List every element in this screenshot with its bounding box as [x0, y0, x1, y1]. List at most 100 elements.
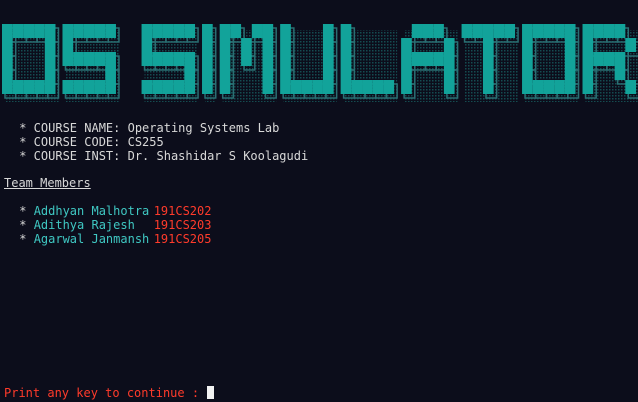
banner-block [340, 52, 352, 66]
banner-block [141, 38, 153, 52]
banner-block [522, 80, 533, 94]
banner-block [105, 66, 116, 80]
banner-block [44, 66, 56, 80]
banner-block [105, 52, 116, 66]
banner-block [614, 24, 626, 38]
banner-block [543, 80, 555, 94]
banner-block [532, 80, 544, 94]
banner-block [12, 80, 24, 94]
banner-block [522, 24, 533, 38]
banner-block [482, 38, 494, 52]
banner-block [202, 80, 213, 94]
bullet: * [12, 218, 34, 232]
banner-block [472, 24, 483, 38]
banner-block [422, 52, 434, 66]
banner-block [2, 66, 13, 80]
banner-block [433, 52, 444, 66]
banner-block [582, 52, 594, 66]
banner-block [262, 66, 274, 80]
banner-block [94, 80, 106, 94]
banner-block [522, 66, 533, 80]
member-name: Addhyan Malhotra [33, 204, 150, 218]
banner-block [241, 38, 252, 52]
continue-prompt[interactable]: Print any key to continue : [4, 386, 215, 400]
banner-block [73, 24, 84, 38]
course-name-line: * COURSE NAME: Operating Systems Lab [12, 121, 280, 135]
banner-block [582, 80, 594, 94]
banner-block [443, 38, 455, 52]
banner-block [83, 24, 95, 38]
banner-block [482, 66, 494, 80]
banner-block [2, 24, 13, 38]
banner-block [312, 80, 323, 94]
member-name: Agarwal Janmansh [33, 232, 150, 246]
banner-block [219, 52, 231, 66]
banner-block [614, 66, 626, 80]
banner-block [554, 24, 565, 38]
banner-block [401, 80, 412, 94]
banner-block [219, 66, 231, 80]
banner-block [401, 52, 412, 66]
banner-block [34, 24, 45, 38]
banner-block [105, 80, 116, 94]
banner-block [564, 66, 576, 80]
banner-block [582, 24, 594, 38]
banner-block [564, 38, 576, 52]
banner-block [625, 80, 636, 94]
banner-block [554, 80, 565, 94]
banner-block [62, 38, 74, 52]
banner-block [603, 52, 615, 66]
banner-block [411, 24, 423, 38]
banner-block [522, 38, 533, 52]
banner-block [614, 52, 626, 66]
banner-block [401, 66, 412, 80]
banner-block [340, 66, 352, 80]
banner-block [351, 80, 363, 94]
banner-block [564, 80, 576, 94]
banner-block [73, 52, 84, 66]
banner-block [94, 24, 106, 38]
team-member-row: * Agarwal Janmansh 191CS205 [12, 232, 211, 246]
banner-block [401, 38, 412, 52]
banner-block [340, 24, 352, 38]
banner-block [461, 24, 473, 38]
text-cursor[interactable] [207, 386, 215, 399]
banner-block [322, 66, 334, 80]
banner-block [482, 24, 494, 38]
banner-block [262, 24, 274, 38]
banner-block [184, 66, 196, 80]
banner-block [280, 66, 291, 80]
banner-block [443, 66, 455, 80]
banner-block [340, 38, 352, 52]
banner-block [2, 38, 13, 52]
banner-block [625, 38, 636, 52]
banner-block [83, 52, 95, 66]
banner-block [202, 24, 213, 38]
prompt-text: Print any key to continue : [4, 386, 207, 400]
team-members-heading: Team Members [4, 176, 91, 190]
team-member-row: * Addhyan Malhotra 191CS202 [12, 204, 211, 218]
banner-block [23, 80, 35, 94]
banner-block [230, 24, 242, 38]
banner-block [173, 52, 185, 66]
banner-block [184, 52, 196, 66]
banner-block [532, 24, 544, 38]
banner-block [362, 80, 373, 94]
banner-block [44, 24, 56, 38]
course-code-line: * COURSE CODE: CS255 [12, 135, 164, 149]
banner-block [340, 80, 352, 94]
banner-block [564, 24, 576, 38]
banner-block [12, 24, 24, 38]
course-instructor-line: * COURSE INST: Dr. Shashidar S Koolagudi [12, 149, 309, 163]
banner-block [44, 38, 56, 52]
member-name: Adithya Rajesh [33, 218, 135, 232]
banner-block [322, 80, 334, 94]
terminal-window: * COURSE NAME: Operating Systems Lab * C… [0, 0, 638, 402]
banner-block [44, 52, 56, 66]
banner-block [2, 52, 13, 66]
banner-block [383, 80, 395, 94]
banner-block [184, 24, 196, 38]
course-info: * COURSE NAME: Operating Systems Lab * C… [12, 121, 308, 163]
member-roll-number: 191CS203 [153, 218, 212, 232]
banner-block [504, 24, 516, 38]
